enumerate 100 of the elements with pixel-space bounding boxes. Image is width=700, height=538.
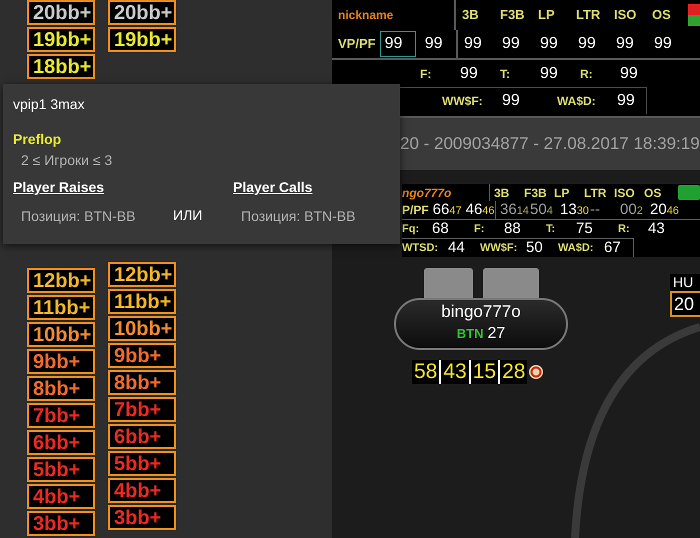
stat-header: OS <box>651 6 672 24</box>
player-nickname: ngo777o <box>402 184 452 202</box>
stack-size-label: 10bb+ <box>27 322 95 347</box>
stat-label: WW$F: <box>480 240 518 256</box>
stat-header: 3B <box>461 6 480 24</box>
stat-value: 99 <box>540 64 559 84</box>
stat-label: P/PF <box>402 202 429 219</box>
player-name: bingo777o <box>441 302 521 322</box>
stat-value: 6647 <box>432 200 462 220</box>
branch-heading: Player Calls <box>233 178 314 197</box>
stack-size-label: 20bb+ <box>27 0 95 25</box>
stat-value: 15 <box>468 360 498 384</box>
stack-size-label: 18bb+ <box>27 54 95 79</box>
stack-size-label: 12bb+ <box>27 268 95 293</box>
stat-value: -- <box>590 202 600 217</box>
stat-value: 99 <box>577 34 597 54</box>
stack-size-label: 9bb+ <box>27 349 95 374</box>
stat-header: LTR <box>575 6 602 24</box>
stat-value: 99 <box>502 91 521 111</box>
stat-header: ISO <box>614 184 636 202</box>
stack-size-label: 7bb+ <box>108 397 176 422</box>
stat-header: ISO <box>613 6 638 24</box>
stat-value: 99 <box>620 64 639 84</box>
player-nickname: nickname <box>338 7 394 24</box>
stat-value: 75 <box>576 218 594 239</box>
stat-value: 99 <box>615 34 635 54</box>
dealer-chip-icon <box>528 364 544 380</box>
stat-label: T: <box>546 222 556 237</box>
stack-size-label: 9bb+ <box>108 343 176 368</box>
stat-header: LP <box>537 6 556 24</box>
stack-size-label: 8bb+ <box>27 376 95 401</box>
stat-header: LTR <box>584 184 608 202</box>
stat-header: 3B <box>494 184 510 202</box>
stat-value: 99 <box>617 91 636 111</box>
stat-value: 002 <box>620 202 643 217</box>
stack-size-label: 8bb+ <box>108 370 176 395</box>
stat-label: WTSD: <box>402 240 440 256</box>
stat-label: WA$D: <box>557 93 597 110</box>
stack-size-label: 19bb+ <box>27 27 95 52</box>
position-label: BTN <box>456 325 484 343</box>
stat-value: 504 <box>530 202 553 217</box>
stack-size-label: 7bb+ <box>27 403 95 428</box>
stat-header: F3B <box>499 6 526 24</box>
tooltip-title: vpip1 3max <box>13 95 86 114</box>
stat-value: 58 <box>412 360 440 384</box>
stat-value: 4646 <box>466 200 495 220</box>
stat-header: F3B <box>524 184 548 202</box>
stat-label: WA$D: <box>558 240 594 256</box>
stat-value: 99 <box>380 31 416 57</box>
stat-value: 28 <box>498 360 528 384</box>
branch-heading: Player Raises <box>13 178 106 197</box>
stack-size-label: 6bb+ <box>27 430 95 455</box>
stack-size-label: 5bb+ <box>108 451 176 476</box>
stack-size-label: 19bb+ <box>108 27 176 52</box>
stat-value: 44 <box>448 238 466 258</box>
stack-size-label: 4bb+ <box>108 478 176 503</box>
section-heading: Preflop <box>13 130 62 149</box>
stat-value: 88 <box>504 218 522 239</box>
stat-value: 99 <box>539 34 559 54</box>
stat-value: 68 <box>432 218 450 239</box>
stat-value: 99 <box>501 34 521 54</box>
stat-label: F: <box>420 66 432 82</box>
status-indicator-icon <box>678 185 700 200</box>
stat-header: LP <box>554 184 570 202</box>
stat-value: 50 <box>526 238 544 258</box>
stack-size-label: 4bb+ <box>27 484 95 509</box>
stack-size-label: 10bb+ <box>108 316 176 341</box>
or-label: ИЛИ <box>172 206 204 225</box>
branch-detail: Позиция: BTN-BB <box>21 207 136 226</box>
hu-stack-value: 20 <box>670 291 700 317</box>
condition-text: 2 ≤ Игроки ≤ 3 <box>21 151 114 170</box>
table-title: 20 - 2009034877 - 27.08.2017 18:39:19 <box>400 133 700 156</box>
stat-label: R: <box>618 222 631 237</box>
hu-label: HU <box>670 274 700 291</box>
branch-detail: Позиция: BTN-BB <box>241 207 356 226</box>
stat-label: R: <box>580 66 594 82</box>
stack-size-label: 20bb+ <box>108 0 176 25</box>
stat-value: 99 <box>463 34 483 54</box>
stack-size-label: 3bb+ <box>27 511 95 536</box>
stack-size-label: 6bb+ <box>108 424 176 449</box>
stat-label: Fq: <box>402 222 420 237</box>
stack-value: 27 <box>487 324 506 344</box>
stack-size-label: 11bb+ <box>108 289 176 314</box>
stack-size-label: 11bb+ <box>27 295 95 320</box>
stat-value: 67 <box>604 238 622 258</box>
stack-size-label: 3bb+ <box>108 505 176 530</box>
stack-size-label: 12bb+ <box>108 262 176 287</box>
stat-label: WW$F: <box>442 93 484 110</box>
stat-value: 99 <box>424 34 444 54</box>
stat-label: F: <box>474 222 486 237</box>
stat-value: 3614 <box>500 202 529 217</box>
stack-size-label: 5bb+ <box>27 457 95 482</box>
stat-value: 99 <box>460 64 479 84</box>
stat-value: 1330 <box>560 202 589 217</box>
stat-value: 43 <box>439 360 469 384</box>
stat-value: 43 <box>648 218 666 239</box>
stat-header: OS <box>644 184 662 202</box>
flag-icon <box>688 4 700 26</box>
stat-value: 99 <box>653 34 673 54</box>
stat-label: VP/PF <box>338 35 376 54</box>
